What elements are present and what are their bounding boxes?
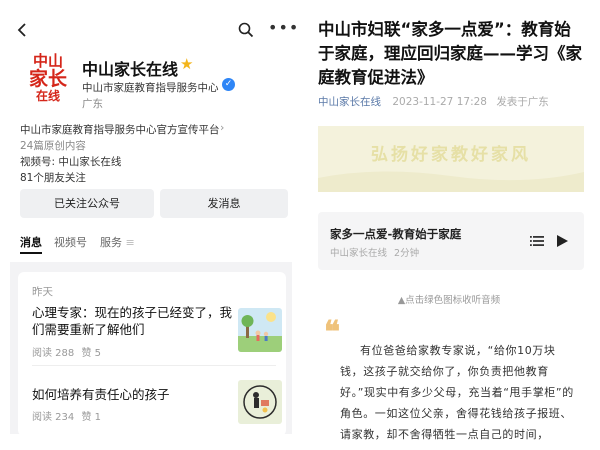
friends-following[interactable]: 81个朋友关注: [20, 170, 86, 185]
playlist-icon[interactable]: [530, 232, 544, 251]
like-count: 赞 1: [81, 412, 101, 423]
article-stats: 阅读 234 赞 1: [32, 408, 101, 423]
audio-channel: 中山家长在线: [330, 248, 388, 259]
read-count: 阅读 234: [32, 412, 75, 423]
read-count: 阅读 288: [32, 348, 75, 359]
tab-services[interactable]: 服务 ≡: [100, 234, 135, 250]
article-title[interactable]: 如何培养有责任心的孩子: [32, 386, 232, 403]
audio-player[interactable]: 家多一点爱-教育始于家庭 中山家长在线 2分钟: [318, 212, 584, 270]
article-location: 发表于广东: [496, 96, 549, 108]
article-stats: 阅读 288 赞 5: [32, 344, 101, 359]
message-feed: 昨天 心理专家：现在的孩子已经变了，我们需要重新了解他们 阅读 288 赞 5: [10, 262, 292, 436]
logo-line-3: 在线: [35, 88, 60, 103]
account-location: 广东: [82, 98, 103, 110]
banner-slogan: 弘扬好家教好家风: [371, 145, 531, 165]
active-tab-indicator: [20, 252, 42, 254]
article-banner-image: 弘扬好家教好家风: [318, 126, 584, 192]
account-profile-panel: ••• 中山 家长 在线 中山家长在线 ★ 中山市家庭教育指导服务中心 ✓ 广东…: [6, 0, 296, 440]
audio-title: 家多一点爱-教育始于家庭: [330, 227, 462, 241]
search-icon[interactable]: [238, 22, 254, 42]
account-organization: 中山市家庭教育指导服务中心: [82, 82, 219, 94]
day-label: 昨天: [32, 286, 53, 298]
article-source-link[interactable]: 中山家长在线: [318, 96, 381, 108]
article-paragraph: 有位爸爸给家教专家说，“给你10万块钱，这孩子就交给你了，你负责把他教育好。”现…: [340, 340, 574, 445]
menu-lines-icon: ≡: [125, 236, 135, 249]
article-date: 2023-11-27 17:28: [392, 96, 487, 108]
chevron-right-icon[interactable]: ›: [220, 121, 224, 134]
original-count: 24篇原创内容: [20, 140, 86, 152]
send-message-button[interactable]: 发消息: [160, 189, 288, 218]
account-description[interactable]: 中山市家庭教育指导服务中心官方宣传平台: [20, 122, 220, 137]
like-count: 赞 5: [81, 348, 101, 359]
account-logo: 中山 家长 在线: [20, 53, 76, 103]
followed-button[interactable]: 已关注公众号: [20, 189, 154, 218]
article-thumbnail[interactable]: [238, 380, 282, 424]
star-icon[interactable]: ★: [180, 55, 193, 73]
logo-line-2: 家长: [28, 67, 67, 90]
article-thumbnail[interactable]: [238, 308, 282, 352]
account-name: 中山家长在线: [82, 60, 179, 79]
article-panel: 中山市妇联“家多一点爱”：教育始于家庭，理应回归家庭——学习《家庭教育促进法》 …: [306, 0, 592, 450]
tab-label: 服务: [100, 236, 122, 249]
quote-icon: ❝: [324, 315, 341, 350]
article-meta: 中山家长在线 2023-11-27 17:28 发表于广东: [318, 94, 549, 109]
play-icon[interactable]: [556, 232, 568, 251]
audio-duration: 2分钟: [394, 248, 420, 259]
audio-meta: 中山家长在线 2分钟: [330, 245, 419, 259]
article-card: 昨天 心理专家：现在的孩子已经变了，我们需要重新了解他们 阅读 288 赞 5: [18, 272, 286, 436]
tab-messages[interactable]: 消息: [20, 234, 42, 254]
back-chevron-icon[interactable]: [16, 22, 28, 42]
verified-icon: ✓: [222, 78, 235, 91]
paragraph-text: 有位爸爸给家教专家说，“给你10万块钱，这孩子就交给你了，你负责把他教育好。”现…: [340, 344, 574, 441]
more-icon[interactable]: •••: [268, 18, 296, 37]
divider: [32, 365, 276, 366]
collapse-audio-hint[interactable]: ▲点击绿色图标收听音频: [306, 292, 592, 306]
tab-label: 消息: [20, 236, 42, 249]
article-title[interactable]: 心理专家：现在的孩子已经变了，我们需要重新了解他们: [32, 304, 232, 338]
tab-video-channel[interactable]: 视频号: [54, 234, 87, 250]
video-channel-link[interactable]: 视频号: 中山家长在线: [20, 154, 121, 169]
article-heading: 中山市妇联“家多一点爱”：教育始于家庭，理应回归家庭——学习《家庭教育促进法》: [318, 20, 582, 87]
